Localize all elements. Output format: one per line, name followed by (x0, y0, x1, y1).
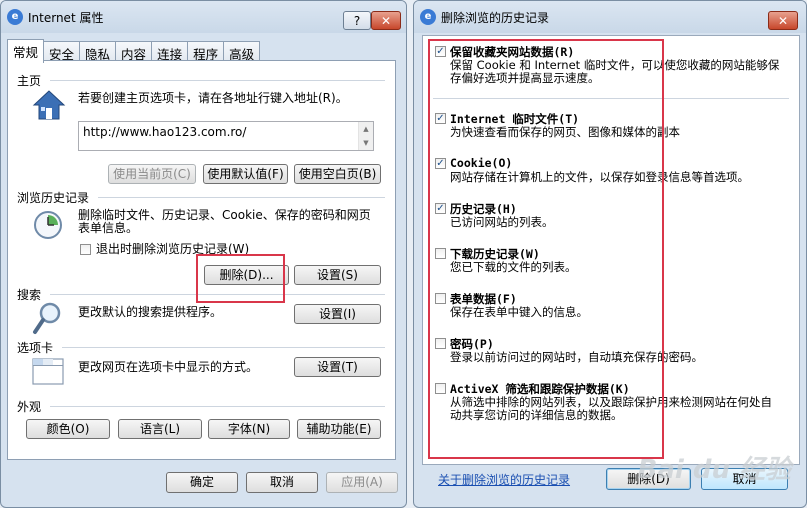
search-description: 更改默认的搜索提供程序。 (78, 305, 223, 319)
divider (50, 294, 385, 295)
history-desc-line2: 表单信息。 (78, 221, 139, 235)
history-clock-icon (34, 211, 62, 239)
colors-button[interactable]: 颜色(O) (26, 419, 110, 439)
magnifier-icon (33, 302, 61, 334)
tabs-section-title: 选项卡 (17, 341, 54, 355)
option-desc: 保存在表单中键入的信息。 (450, 305, 588, 319)
dialog-title: 删除浏览的历史记录 (441, 10, 550, 25)
preserve-favorites-checkbox[interactable]: ✓ (435, 46, 446, 57)
divider (433, 98, 789, 99)
appearance-section-title: 外观 (17, 400, 42, 414)
apply-button[interactable]: 应用(A) (326, 472, 398, 493)
url-scrollbar[interactable]: ▲ ▼ (358, 122, 373, 150)
ie-icon: e (7, 9, 23, 25)
search-settings-button[interactable]: 设置(I) (294, 304, 381, 324)
languages-button[interactable]: 语言(L) (118, 419, 202, 439)
use-default-button[interactable]: 使用默认值(F) (203, 164, 288, 184)
history-section-title: 浏览历史记录 (17, 191, 90, 205)
option-desc: 已访问网站的列表。 (450, 215, 554, 229)
close-button[interactable]: ✕ (768, 11, 798, 30)
delete-history-button[interactable]: 删除(D)... (204, 265, 289, 285)
help-button[interactable]: ? (343, 11, 371, 30)
option-desc: 您已下载的文件的列表。 (450, 260, 577, 274)
close-button[interactable]: ✕ (371, 11, 401, 30)
tab-general[interactable]: 常规 (7, 39, 45, 63)
cookies-checkbox[interactable]: ✓ (435, 158, 446, 169)
general-panel: 主页 若要创建主页选项卡，请在各地址行键入地址(R)。 http://www.h… (7, 60, 396, 460)
option-title: Cookie(O) (450, 156, 513, 170)
home-section-title: 主页 (17, 74, 42, 88)
ie-icon: e (420, 9, 436, 25)
form-data-checkbox[interactable] (435, 293, 446, 304)
use-current-button[interactable]: 使用当前页(C) (108, 164, 196, 184)
history-settings-button[interactable]: 设置(S) (294, 265, 381, 285)
option-desc: 网站存储在计算机上的文件，以保存如登录信息等首选项。 (450, 170, 749, 184)
divider (50, 406, 385, 407)
options-area: ✓ 保留收藏夹网站数据(R) 保留 Cookie 和 Internet 临时文件… (422, 35, 800, 465)
temp-files-checkbox[interactable]: ✓ (435, 113, 446, 124)
window-title: Internet 属性 (28, 10, 104, 25)
download-history-checkbox[interactable] (435, 248, 446, 259)
about-delete-history-link[interactable]: 关于删除浏览的历史记录 (438, 471, 570, 488)
passwords-checkbox[interactable] (435, 338, 446, 349)
tabs-settings-button[interactable]: 设置(T) (294, 357, 381, 377)
option-desc: 存偏好选项并提高显示速度。 (450, 71, 600, 85)
option-desc: 登录以前访问过的网站时，自动填充保存的密码。 (450, 350, 703, 364)
home-url-input[interactable]: http://www.hao123.com.ro/ ▲ ▼ (78, 121, 374, 151)
option-desc: 为快速查看而保存的网页、图像和媒体的副本 (450, 125, 680, 139)
titlebar: e 删除浏览的历史记录 ✕ (414, 1, 806, 33)
divider (62, 347, 385, 348)
divider (98, 197, 385, 198)
option-desc: 动共享您访问的详细信息的数据。 (450, 408, 623, 422)
divider (50, 80, 385, 81)
delete-on-exit-label: 退出时删除浏览历史记录(W) (96, 242, 250, 256)
internet-options-window: e Internet 属性 ? ✕ 常规 安全 隐私 内容 连接 程序 高级 主… (0, 0, 407, 508)
cancel-button[interactable]: 取消 (246, 472, 318, 493)
tabs-description: 更改网页在选项卡中显示的方式。 (78, 360, 259, 374)
accessibility-button[interactable]: 辅助功能(E) (297, 419, 381, 439)
delete-on-exit-checkbox[interactable] (80, 244, 91, 255)
tabs-window-icon (32, 358, 64, 385)
activex-tracking-checkbox[interactable] (435, 383, 446, 394)
history-checkbox[interactable]: ✓ (435, 203, 446, 214)
titlebar: e Internet 属性 ? ✕ (1, 1, 406, 33)
home-url-value: http://www.hao123.com.ro/ (83, 125, 247, 139)
home-description: 若要创建主页选项卡，请在各地址行键入地址(R)。 (78, 91, 348, 105)
fonts-button[interactable]: 字体(N) (208, 419, 290, 439)
tab-strip: 常规 安全 隐私 内容 连接 程序 高级 (7, 39, 261, 63)
delete-history-dialog: e 删除浏览的历史记录 ✕ ✓ 保留收藏夹网站数据(R) 保留 Cookie 和… (413, 0, 807, 508)
baidu-watermark: Bai du 经验 (637, 455, 792, 485)
use-blank-button[interactable]: 使用空白页(B) (294, 164, 381, 184)
ok-button[interactable]: 确定 (166, 472, 238, 493)
home-icon (32, 90, 66, 120)
